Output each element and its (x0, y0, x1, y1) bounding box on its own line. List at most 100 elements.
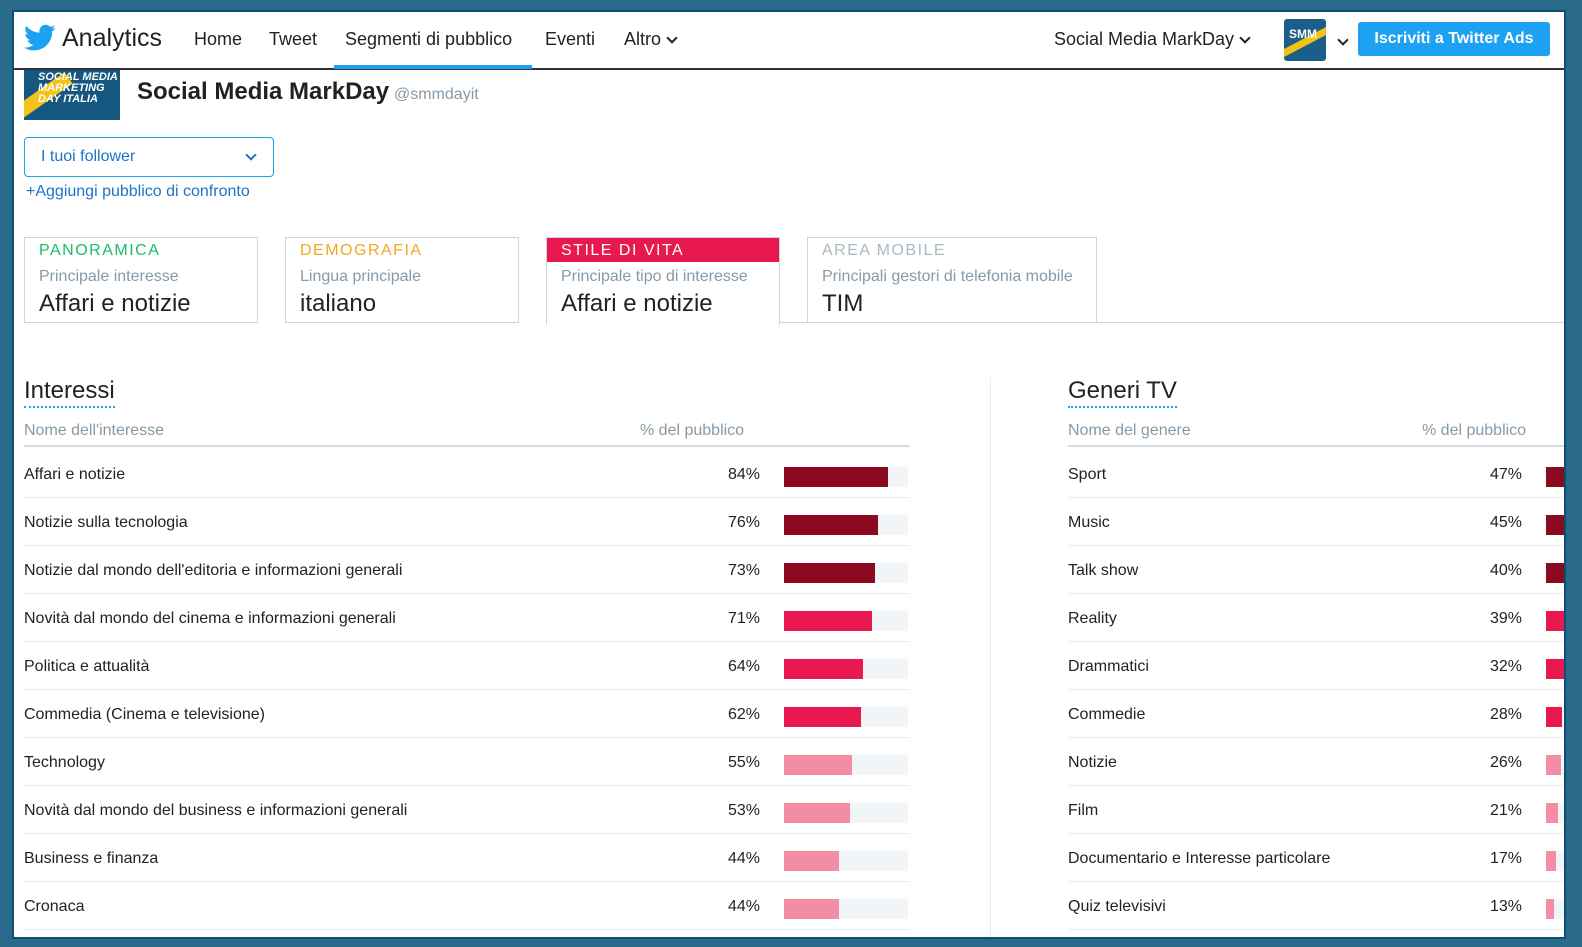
table-row: Music 45% (1068, 498, 1564, 546)
bar-fill (784, 899, 839, 919)
chevron-down-icon[interactable] (1337, 34, 1349, 46)
row-name: Business e finanza (24, 850, 159, 867)
card-subtitle: Principale tipo di interesse (561, 268, 748, 285)
profile-avatar-text: SOCIAL MEDIA MARKETING DAY ITALIA (38, 71, 118, 105)
chevron-down-icon (666, 32, 678, 44)
bar-fill (1546, 899, 1554, 919)
twitter-bird-icon[interactable] (24, 24, 56, 52)
nav-home[interactable]: Home (194, 29, 242, 50)
table-row: Notizie sulla tecnologia 76% (24, 498, 910, 546)
card-subtitle: Principali gestori di telefonia mobile (822, 268, 1073, 285)
bar-track (1546, 803, 1564, 823)
bar-fill (784, 851, 839, 871)
card-tag: DEMOGRAFIA (300, 242, 423, 259)
bar-fill (784, 803, 850, 823)
row-name: Notizie dal mondo dell'editoria e inform… (24, 562, 403, 579)
tv-header-line (1068, 445, 1564, 447)
bar-track (784, 659, 908, 679)
table-row: Sport 47% (1068, 450, 1564, 498)
row-percent: 71% (727, 610, 760, 627)
profile-name: Social Media MarkDay (137, 78, 390, 105)
table-row: Notizie 26% (1068, 738, 1564, 786)
card-tag: STILE DI VITA (547, 238, 779, 262)
column-divider (990, 377, 991, 937)
table-row: Drammatici 32% (1068, 642, 1564, 690)
row-percent: 32% (1489, 658, 1522, 675)
table-row: Novità dal mondo del cinema e informazio… (24, 594, 910, 642)
row-name: Music (1068, 514, 1110, 531)
table-row: Technology 55% (24, 738, 910, 786)
row-percent: 26% (1489, 754, 1522, 771)
row-name: Drammatici (1068, 658, 1149, 675)
bar-track (784, 851, 908, 871)
account-name: Social Media MarkDay (1054, 29, 1235, 49)
account-switcher[interactable]: Social Media MarkDay (1054, 29, 1251, 50)
audience-select[interactable]: I tuoi follower (24, 137, 274, 177)
audience-select-value: I tuoi follower (41, 148, 136, 165)
bar-track (784, 803, 908, 823)
bar-track (1546, 659, 1564, 679)
nav-tweet[interactable]: Tweet (269, 29, 317, 50)
row-name: Affari e notizie (24, 466, 126, 483)
row-name: Reality (1068, 610, 1117, 627)
table-row: Business e finanza 44% (24, 834, 910, 882)
brand-title[interactable]: Analytics (62, 24, 162, 53)
tab-lifestyle[interactable]: STILE DI VITA Principale tipo di interes… (546, 237, 780, 325)
avatar[interactable]: SMM (1284, 19, 1326, 61)
row-name: Commedie (1068, 706, 1146, 723)
table-row: Quiz televisivi 13% (1068, 882, 1564, 930)
tab-mobile[interactable]: AREA MOBILE Principali gestori di telefo… (807, 237, 1097, 323)
nav-more[interactable]: Altro (624, 29, 678, 50)
profile-handle: @smmdayit (394, 86, 479, 103)
nav-events[interactable]: Eventi (545, 29, 595, 50)
bar-fill (784, 611, 872, 631)
table-row: Commedia (Cinema e televisione) 62% (24, 690, 910, 738)
row-percent: 17% (1489, 850, 1522, 867)
chevron-down-icon (1239, 32, 1251, 44)
row-percent: 84% (727, 466, 760, 483)
card-value: Affari e notizie (561, 290, 713, 317)
bar-track (1546, 515, 1564, 535)
tv-col-pct: % del pubblico (1422, 422, 1527, 439)
interests-col-name: Nome dell'interesse (24, 422, 165, 439)
card-value: Affari e notizie (39, 290, 191, 317)
bar-track (1546, 467, 1564, 487)
bar-track (784, 467, 908, 487)
bar-fill (784, 467, 888, 487)
bar-fill (1546, 803, 1558, 823)
row-name: Cronaca (24, 898, 85, 915)
bar-track (784, 611, 908, 631)
top-nav: Analytics Home Tweet Segmenti di pubblic… (14, 12, 1564, 70)
tab-overview[interactable]: PANORAMICA Principale interesse Affari e… (24, 237, 258, 323)
avatar-text: SMM (1289, 27, 1317, 41)
bar-fill (1546, 467, 1564, 487)
twitter-ads-signup-button[interactable]: Iscriviti a Twitter Ads (1358, 22, 1550, 56)
bar-track (784, 707, 908, 727)
row-percent: 76% (727, 514, 760, 531)
table-row: Commedie 28% (1068, 690, 1564, 738)
tv-col-name: Nome del genere (1068, 422, 1191, 439)
bar-fill (784, 515, 878, 535)
table-row: Cronaca 44% (24, 882, 910, 930)
row-percent: 45% (1489, 514, 1522, 531)
row-name: Sport (1068, 466, 1107, 483)
row-name: Documentario e Interesse particolare (1068, 850, 1331, 867)
nav-active-indicator (334, 65, 532, 69)
tv-genres-title: Generi TV (1068, 377, 1177, 408)
interests-col-pct: % del pubblico (640, 422, 745, 439)
bar-track (1546, 755, 1564, 775)
bar-track (1546, 707, 1564, 727)
row-percent: 13% (1489, 898, 1522, 915)
add-comparison-audience-link[interactable]: +Aggiungi pubblico di confronto (26, 183, 250, 201)
row-percent: 44% (727, 898, 760, 915)
chevron-down-icon (245, 149, 257, 161)
table-row: Documentario e Interesse particolare 17% (1068, 834, 1564, 882)
nav-more-label: Altro (624, 29, 662, 49)
nav-audience-segments[interactable]: Segmenti di pubblico (345, 29, 512, 50)
row-name: Novità dal mondo del business e informaz… (24, 802, 408, 819)
interests-title: Interessi (24, 377, 115, 408)
tabs-baseline (779, 322, 1564, 323)
table-row: Talk show 40% (1068, 546, 1564, 594)
row-percent: 21% (1489, 802, 1522, 819)
tab-demographics[interactable]: DEMOGRAFIA Lingua principale italiano (285, 237, 519, 323)
